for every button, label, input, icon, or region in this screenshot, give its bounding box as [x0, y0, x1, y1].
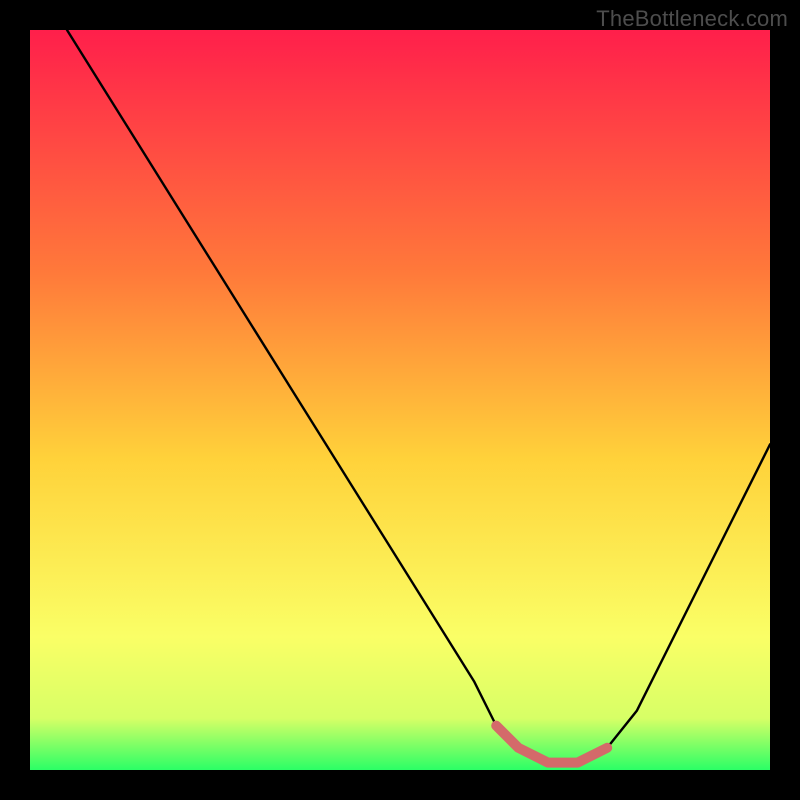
bottleneck-chart — [30, 30, 770, 770]
gradient-background — [30, 30, 770, 770]
watermark-label: TheBottleneck.com — [596, 6, 788, 32]
chart-frame — [30, 30, 770, 770]
